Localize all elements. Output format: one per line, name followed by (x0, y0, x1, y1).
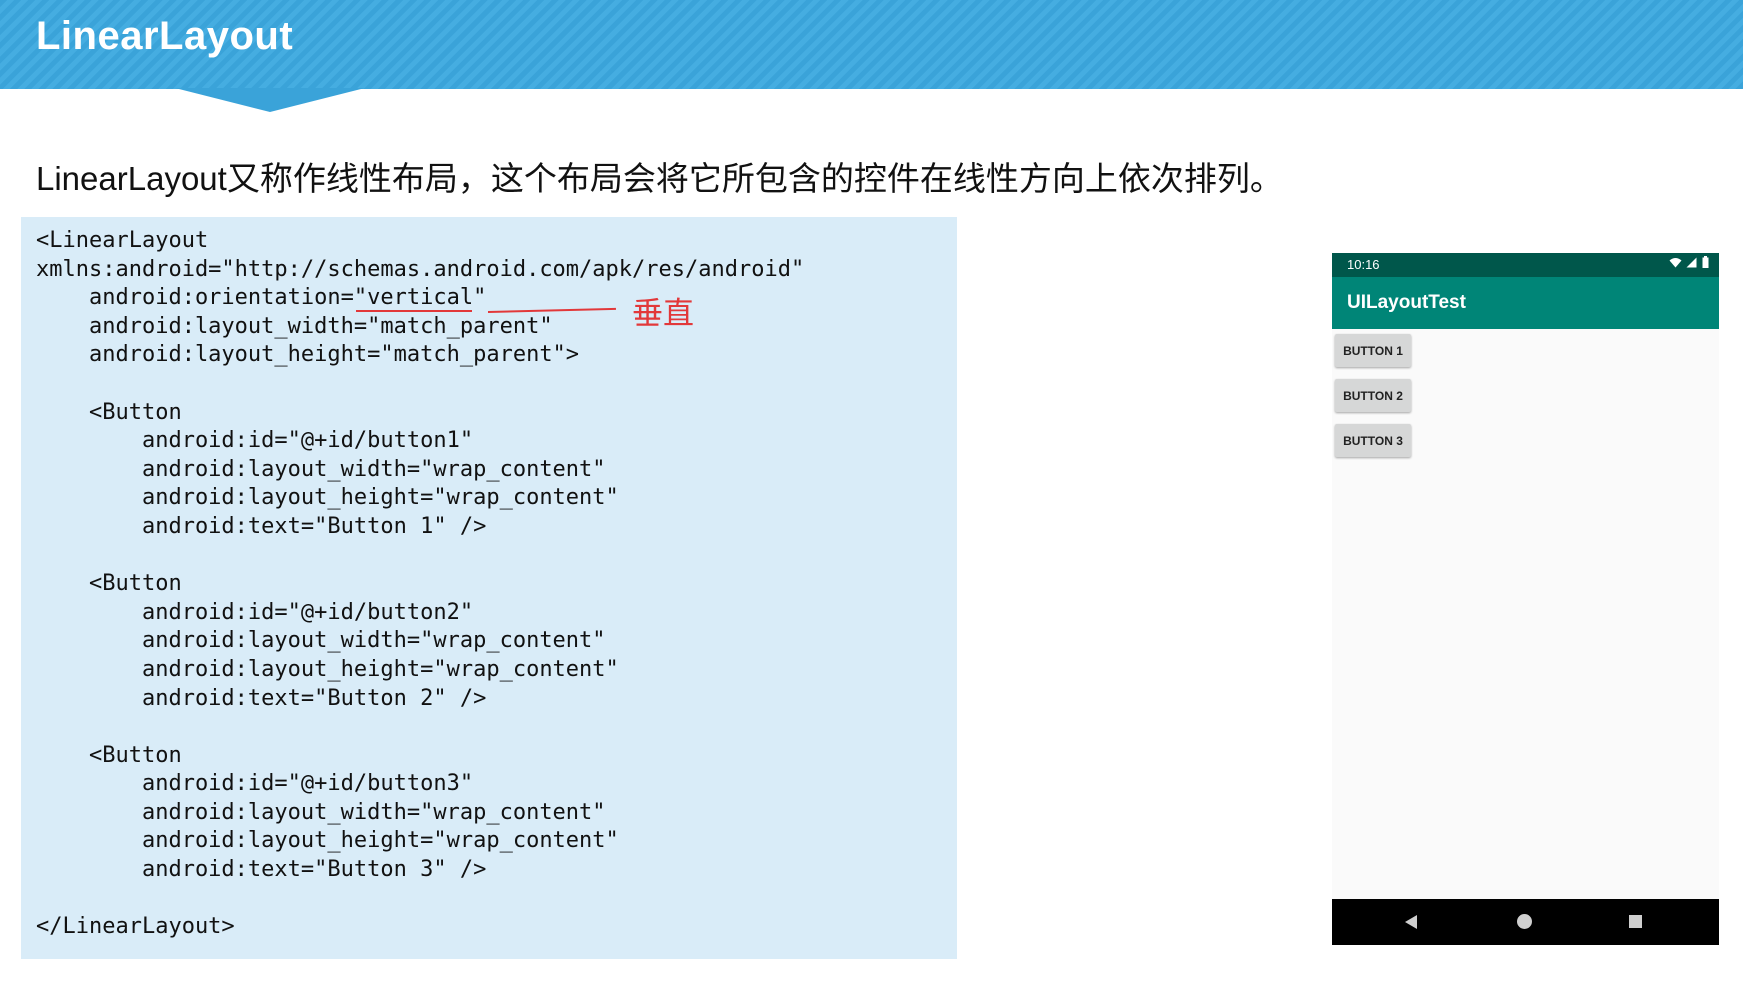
intro-description: 又称作线性布局，这个布局会将它所包含的控件在线性方向上依次排列。 (226, 159, 1283, 198)
code-line: <Button (36, 399, 182, 425)
code-line: android:layout_width="wrap_content" (36, 628, 606, 654)
battery-icon (1702, 256, 1709, 268)
code-line: android:id="@+id/button3" (36, 771, 474, 797)
code-block: <LinearLayout xmlns:android="http://sche… (36, 227, 804, 942)
annotation-label: 垂直 (632, 296, 694, 332)
code-line: android:text="Button 1" /> (36, 513, 487, 539)
code-line: <Button (36, 742, 182, 768)
button-3[interactable]: BUTTON 3 (1335, 424, 1411, 457)
vertical-underline (356, 310, 472, 312)
code-line: android:layout_height="wrap_content" (36, 656, 619, 682)
recents-icon[interactable] (1629, 915, 1642, 928)
status-time: 10:16 (1347, 257, 1380, 272)
code-line: android:id="@+id/button2" (36, 599, 474, 625)
code-panel: <LinearLayout xmlns:android="http://sche… (21, 217, 957, 959)
status-icons (1669, 256, 1709, 271)
code-line: xmlns:android="http://schemas.android.co… (36, 256, 805, 282)
code-line: android:layout_height="wrap_content" (36, 828, 619, 854)
code-line: <LinearLayout (36, 228, 209, 253)
phone-mockup: 10:16 UILayoutTest BUTTON 1 BUTTON 2 BUT… (1332, 253, 1719, 945)
intro-latin: LinearLayout (36, 160, 227, 197)
back-icon[interactable] (1405, 915, 1417, 929)
code-line: android:layout_width="wrap_content" (36, 799, 606, 825)
home-icon[interactable] (1517, 914, 1532, 929)
status-bar: 10:16 (1332, 253, 1719, 277)
code-line: android:text="Button 2" /> (36, 685, 487, 711)
code-line: android:layout_height="wrap_content" (36, 485, 619, 511)
header-notch (175, 88, 365, 112)
code-line: <Button (36, 571, 182, 597)
button-1[interactable]: BUTTON 1 (1335, 334, 1411, 367)
code-line: </LinearLayout> (36, 914, 235, 940)
code-line: android:text="Button 3" /> (36, 857, 487, 883)
signal-icon (1686, 257, 1697, 268)
code-line: android:layout_height="match_parent"> (36, 342, 580, 368)
wifi-icon (1669, 258, 1682, 268)
app-bar: UILayoutTest (1332, 277, 1719, 329)
app-title: UILayoutTest (1347, 292, 1466, 313)
code-line: android:layout_width="wrap_content" (36, 456, 606, 482)
intro-text: LinearLayout又称作线性布局，这个布局会将它所包含的控件在线性方向上依… (36, 152, 1283, 200)
button-2[interactable]: BUTTON 2 (1335, 379, 1411, 412)
nav-bar (1332, 899, 1719, 945)
slide-title: LinearLayout (36, 14, 294, 58)
code-line: android:id="@+id/button1" (36, 428, 474, 454)
